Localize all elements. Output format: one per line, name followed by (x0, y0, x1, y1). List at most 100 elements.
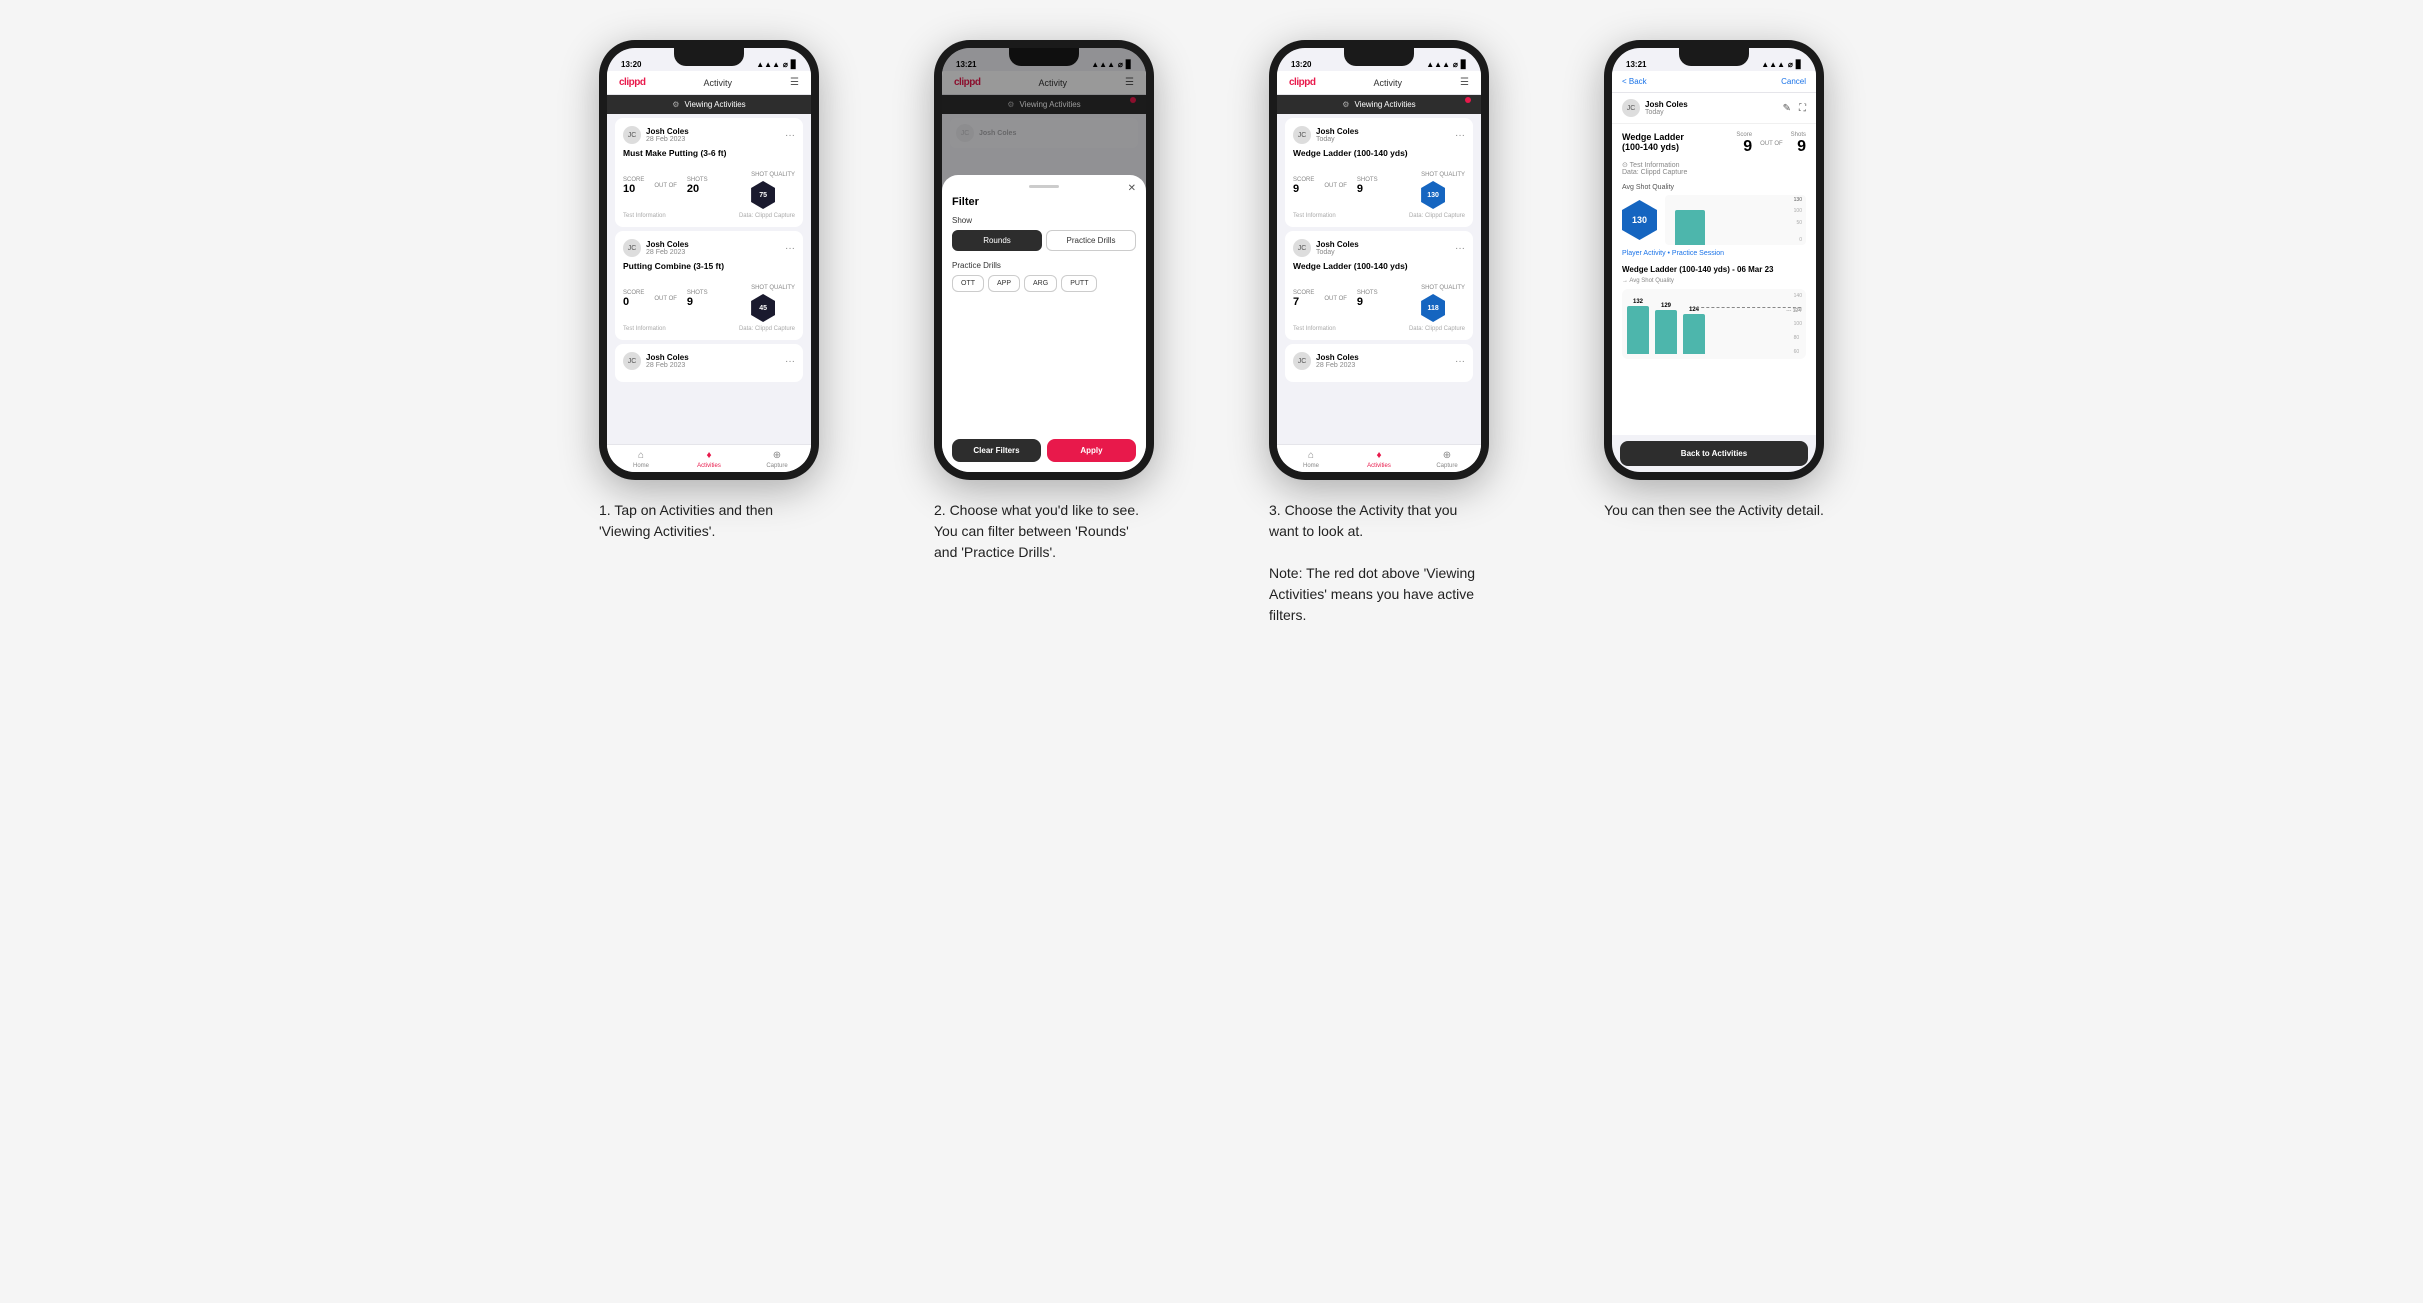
activity-card-1-1[interactable]: JC Josh Coles 28 Feb 2023 ··· Must Make … (615, 118, 803, 227)
nav-title-3: Activity (1373, 78, 1402, 88)
stats-row-3-2: Score 7 OUT OF Shots 9 Shot Quality 118 (1293, 276, 1465, 322)
nav-home-3[interactable]: ⌂ Home (1277, 445, 1345, 472)
shots-value-1-1: 20 (687, 183, 708, 195)
app-nav-1: clippd Activity ☰ (607, 71, 811, 95)
activity-card-3-2[interactable]: JC Josh Coles Today ··· Wedge Ladder (10… (1285, 231, 1473, 340)
dots-menu-1-2[interactable]: ··· (785, 243, 795, 254)
caption-text-3: 3. Choose the Activity that you want to … (1269, 500, 1489, 626)
y-label-100: 100 (1794, 321, 1802, 327)
y-label-120: 120 (1794, 307, 1802, 313)
wifi-icon-1: ⌀ (783, 60, 788, 69)
shots-value-1-2: 9 (687, 296, 708, 308)
nav-capture-3[interactable]: ⊕ Capture (1413, 445, 1481, 472)
user-name-3-1: Josh Coles (1316, 127, 1455, 136)
drill-tag-ott[interactable]: OTT (952, 275, 984, 292)
shots-block-1-1: Shots 20 (687, 177, 708, 195)
card-footer-1-2: Test Information Data: Clippd Capture (623, 326, 795, 332)
phone-2: 13:21 ▲▲▲ ⌀ ▊ clippd Activity ☰ ⚙ View (934, 40, 1154, 480)
detail-avatar: JC (1622, 99, 1640, 117)
activity-card-3-1[interactable]: JC Josh Coles Today ··· Wedge Ladder (10… (1285, 118, 1473, 227)
edit-icon[interactable]: ✎ (1783, 103, 1791, 114)
detail-meta: ⊙ Test Information Data: Clippd Capture (1622, 161, 1806, 176)
app-nav-3: clippd Activity ☰ (1277, 71, 1481, 95)
dots-menu-1-1[interactable]: ··· (785, 130, 795, 141)
toggle-rounds[interactable]: Rounds (952, 230, 1042, 251)
phone-screen-1: 13:20 ▲▲▲ ⌀ ▊ clippd Activity ☰ ⚙ View (607, 48, 811, 472)
phone-notch-4 (1679, 48, 1749, 66)
y-label-60: 60 (1794, 349, 1802, 355)
toggle-practice[interactable]: Practice Drills (1046, 230, 1136, 251)
avg-quality-section: Avg Shot Quality 130 130 100 50 0 APP (1622, 184, 1806, 245)
drill-tag-arg[interactable]: ARG (1024, 275, 1057, 292)
chart-mid-label: 100 (1794, 208, 1802, 214)
modal-handle (1029, 185, 1059, 188)
dots-menu-3-2[interactable]: ··· (1455, 243, 1465, 254)
activity-card-1-3[interactable]: JC Josh Coles 28 Feb 2023 ··· (615, 344, 803, 382)
chart-low-label: 50 (1796, 220, 1802, 226)
time-4: 13:21 (1626, 60, 1646, 69)
y-axis-labels: 140 120 100 80 60 (1794, 293, 1802, 355)
user-info-1-2: Josh Coles 28 Feb 2023 (646, 240, 785, 256)
drill-tag-putt[interactable]: PUTT (1061, 275, 1097, 292)
detail-user-info: JC Josh Coles Today (1622, 99, 1688, 117)
activity-title-1-1: Must Make Putting (3-6 ft) (623, 148, 795, 158)
sq-badge-3-1: 130 (1421, 181, 1445, 209)
chart-bar-app (1675, 210, 1705, 245)
avatar-3-3: JC (1293, 352, 1311, 370)
y-label-80: 80 (1794, 335, 1802, 341)
filter-icon-3: ⚙ (1342, 100, 1349, 109)
back-to-activities-btn[interactable]: Back to Activities (1620, 441, 1808, 466)
session-tag-link[interactable]: Practice Session (1672, 250, 1724, 257)
user-name-1-2: Josh Coles (646, 240, 785, 249)
detail-shots-col: Shots 9 (1791, 132, 1806, 156)
scroll-area-3: JC Josh Coles Today ··· Wedge Ladder (10… (1277, 114, 1481, 444)
shots-block-1-2: Shots 9 (687, 290, 708, 308)
detail-title-score-group: Wedge Ladder(100-140 yds) Score 9 OUT OF… (1622, 132, 1806, 156)
chart-max-label: 130 (1794, 197, 1802, 203)
nav-home-1[interactable]: ⌂ Home (607, 445, 675, 472)
data-capture-3-1: Data: Clippd Capture (1409, 213, 1465, 219)
detail-user-row: JC Josh Coles Today ✎ ⛶ (1612, 93, 1816, 124)
detail-header: < Back Cancel (1612, 71, 1816, 93)
dots-menu-1-3[interactable]: ··· (785, 356, 795, 367)
nav-capture-1[interactable]: ⊕ Capture (743, 445, 811, 472)
user-info-3-1: Josh Coles Today (1316, 127, 1455, 143)
sq-label-1-2: Shot Quality (751, 285, 795, 291)
activity-card-1-2[interactable]: JC Josh Coles 28 Feb 2023 ··· Putting Co… (615, 231, 803, 340)
detail-user-name: Josh Coles (1645, 100, 1688, 109)
sq-badge-1-1: 75 (751, 181, 775, 209)
viewing-banner-3[interactable]: ⚙ Viewing Activities (1277, 95, 1481, 114)
clear-filters-btn[interactable]: Clear Filters (952, 439, 1041, 462)
capture-icon-3: ⊕ (1443, 450, 1451, 461)
sq-label-3-1: Shot Quality (1421, 172, 1465, 178)
nav-activities-1[interactable]: ♦ Activities (675, 445, 743, 472)
menu-icon-3[interactable]: ☰ (1460, 77, 1469, 88)
modal-footer: Clear Filters Apply (952, 439, 1136, 462)
shots-block-3-1: Shots 9 (1357, 177, 1378, 195)
drill-tag-app[interactable]: APP (988, 275, 1020, 292)
scroll-area-1: JC Josh Coles 28 Feb 2023 ··· Must Make … (607, 114, 811, 444)
sq-badge-3-2: 118 (1421, 294, 1445, 322)
session-tag: Player Activity • Practice Session (1622, 250, 1806, 257)
data-capture-1-2: Data: Clippd Capture (739, 326, 795, 332)
activity-card-3-3[interactable]: JC Josh Coles 28 Feb 2023 ··· (1285, 344, 1473, 382)
expand-icon[interactable]: ⛶ (1799, 103, 1806, 114)
dots-menu-3-3[interactable]: ··· (1455, 356, 1465, 367)
apply-btn[interactable]: Apply (1047, 439, 1136, 462)
y-label-140: 140 (1794, 293, 1802, 299)
menu-icon-1[interactable]: ☰ (790, 77, 799, 88)
data-capture-1-1: Data: Clippd Capture (739, 213, 795, 219)
cancel-button[interactable]: Cancel (1781, 77, 1806, 86)
nav-activities-3[interactable]: ♦ Activities (1345, 445, 1413, 472)
wifi-icon-4: ⌀ (1788, 60, 1793, 69)
score-value-3-2: 7 (1293, 296, 1314, 308)
banner-text-3: Viewing Activities (1354, 100, 1415, 109)
back-button[interactable]: < Back (1622, 77, 1647, 86)
phone-screen-2: 13:21 ▲▲▲ ⌀ ▊ clippd Activity ☰ ⚙ View (942, 48, 1146, 472)
phone-notch-1 (674, 48, 744, 66)
dots-menu-3-1[interactable]: ··· (1455, 130, 1465, 141)
viewing-banner-1[interactable]: ⚙ Viewing Activities (607, 95, 811, 114)
modal-close-btn[interactable]: ✕ (1128, 183, 1136, 194)
quality-chart-row: 130 130 100 50 0 APP (1622, 195, 1806, 245)
user-info-3-2: Josh Coles Today (1316, 240, 1455, 256)
